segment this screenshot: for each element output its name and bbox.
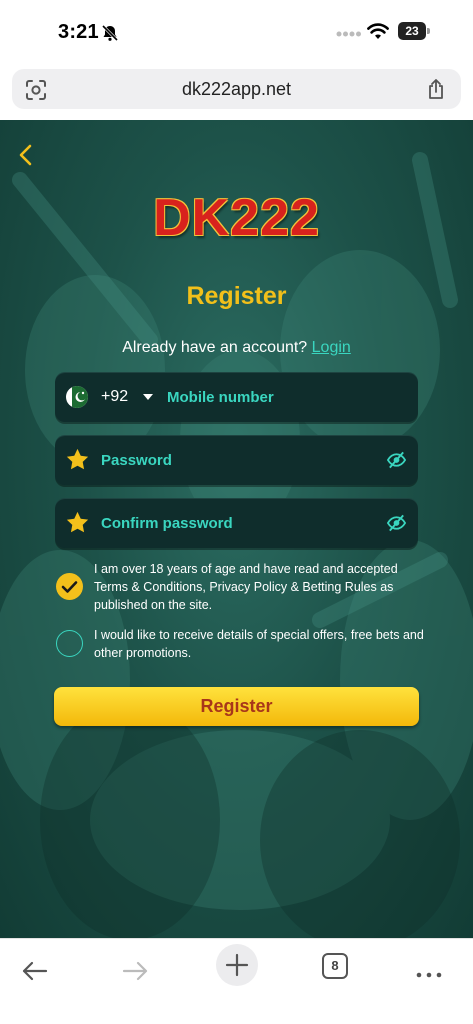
browser-toolbar: 8 [0, 938, 473, 1024]
password-field [55, 435, 418, 485]
brand-logo: DK222 [153, 189, 320, 247]
checkmark-icon [61, 581, 78, 593]
account-prompt-text: Already have an account? [122, 339, 308, 356]
page-title: Register [186, 282, 287, 310]
new-tab-plus-icon [225, 953, 249, 977]
terms-text: I am over 18 years of age and have read … [94, 562, 398, 612]
confirm-password-field [55, 498, 418, 548]
browser-address-area: dk222app.net [0, 62, 473, 120]
mobile-number-field: +92 [55, 372, 418, 422]
register-button[interactable]: Register [54, 687, 419, 726]
promotions-checkbox[interactable] [56, 630, 83, 657]
eye-slash-icon[interactable] [386, 450, 407, 470]
battery-cap [427, 28, 430, 34]
battery-icon: 23 [398, 22, 430, 40]
forward-arrow-icon[interactable] [113, 951, 157, 991]
battery-level: 23 [398, 22, 426, 40]
promotions-text: I would like to receive details of speci… [94, 628, 424, 660]
country-code[interactable]: +92 [101, 388, 128, 406]
eye-slash-icon[interactable] [386, 513, 407, 533]
back-arrow-icon[interactable] [13, 951, 57, 991]
country-code-dropdown-icon[interactable] [143, 394, 153, 400]
status-time: 3:21 [58, 21, 99, 43]
status-bar: 3:21 23 [0, 0, 473, 62]
star-icon [66, 511, 89, 533]
bell-slash-icon [101, 24, 119, 42]
url-text[interactable]: dk222app.net [12, 79, 461, 100]
pakistan-flag-icon [66, 386, 88, 408]
register-page: DK222 Register Already have an account? … [0, 120, 473, 938]
back-chevron-icon[interactable] [14, 142, 38, 168]
terms-checkbox[interactable] [56, 573, 83, 600]
password-input[interactable] [101, 435, 376, 485]
tabs-icon[interactable]: 8 [322, 953, 348, 979]
wifi-icon [367, 23, 389, 39]
address-bar[interactable]: dk222app.net [12, 69, 461, 109]
new-tab-button[interactable] [216, 944, 258, 986]
signal-dots-icon [336, 31, 361, 37]
mobile-number-input[interactable] [167, 372, 407, 422]
confirm-password-input[interactable] [101, 498, 376, 548]
login-link[interactable]: Login [312, 339, 351, 356]
share-icon[interactable] [426, 78, 446, 100]
star-icon [66, 448, 89, 470]
more-icon[interactable] [407, 951, 451, 991]
login-prompt: Already have an account? Login [0, 339, 473, 357]
